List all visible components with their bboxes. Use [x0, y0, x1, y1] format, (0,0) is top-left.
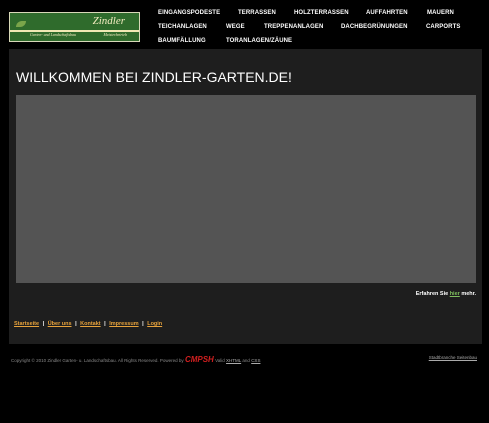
- copyright: Copyright © 2010 Zindler Garten- u. Land…: [11, 355, 260, 364]
- page-title: WILLKOMMEN BEI ZINDLER-GARTEN.DE!: [16, 69, 292, 85]
- nav-item-eingangspodeste[interactable]: EINGANGSPODESTE: [158, 10, 220, 16]
- separator: |: [42, 321, 45, 327]
- nav-item-teichanlagen[interactable]: TEICHANLAGEN: [158, 24, 207, 30]
- footer-link-impressum[interactable]: Impressum: [109, 321, 138, 327]
- logo-name: Zindler: [92, 15, 125, 27]
- leaf-icon: [16, 21, 26, 27]
- copyright-text: Copyright © 2010 Zindler Garten- u. Land…: [11, 358, 184, 363]
- content-area: WILLKOMMEN BEI ZINDLER-GARTEN.DE! Erfahr…: [9, 49, 482, 344]
- page: Zindler Garten- und Landschaftsbau Meist…: [0, 0, 489, 423]
- nav-item-wege[interactable]: WEGE: [226, 24, 245, 30]
- valid-text: Valid: [215, 358, 225, 363]
- footer-link-login[interactable]: Login: [147, 321, 162, 327]
- logo-subtitle-left: Garten- und Landschaftsbau: [30, 32, 76, 37]
- separator: |: [75, 321, 77, 327]
- footer-links: Startseite | Über uns | Kontakt | Impres…: [14, 321, 162, 327]
- footer-link-ueber-uns[interactable]: Über uns: [48, 321, 72, 327]
- xhtml-link[interactable]: XHTML: [226, 358, 241, 363]
- and-text: and: [242, 358, 250, 363]
- sitemap-link[interactable]: Stadtbranche Seitenbau: [429, 355, 477, 360]
- logo[interactable]: Zindler Garten- und Landschaftsbau Meist…: [9, 12, 140, 42]
- nav-item-auffahrten[interactable]: AUFFAHRTEN: [366, 10, 408, 16]
- slideshow-panel: [16, 95, 476, 283]
- nav-item-baumfaellung[interactable]: BAUMFÄLLUNG: [158, 38, 206, 44]
- nav-item-holzterrassen[interactable]: HOLZTERRASSEN: [294, 10, 349, 16]
- brand-logo[interactable]: CMPSH: [185, 355, 214, 364]
- nav-item-mauern[interactable]: MAUERN: [427, 10, 454, 16]
- logo-subtitle-right: Meisterbetrieb: [103, 32, 127, 37]
- more-link[interactable]: hier: [450, 291, 460, 297]
- more-prefix: Erfahren Sie: [415, 291, 449, 297]
- nav-item-dachbegruenungen[interactable]: DACHBEGRÜNUNGEN: [341, 24, 408, 30]
- nav-item-treppenanlagen[interactable]: TREPPENANLAGEN: [264, 24, 323, 30]
- separator: |: [104, 321, 106, 327]
- footer-link-startseite[interactable]: Startseite: [14, 321, 39, 327]
- more-suffix: mehr.: [461, 291, 476, 297]
- more-text: Erfahren Sie hier mehr.: [416, 291, 476, 297]
- nav-item-carports[interactable]: CARPORTS: [426, 24, 460, 30]
- nav-item-toranlagen[interactable]: TORANLAGEN/ZÄUNE: [226, 38, 292, 44]
- nav-item-terrassen[interactable]: TERRASSEN: [238, 10, 276, 16]
- separator: |: [142, 321, 144, 327]
- css-link[interactable]: CSS: [251, 358, 260, 363]
- footer-link-kontakt[interactable]: Kontakt: [80, 321, 100, 327]
